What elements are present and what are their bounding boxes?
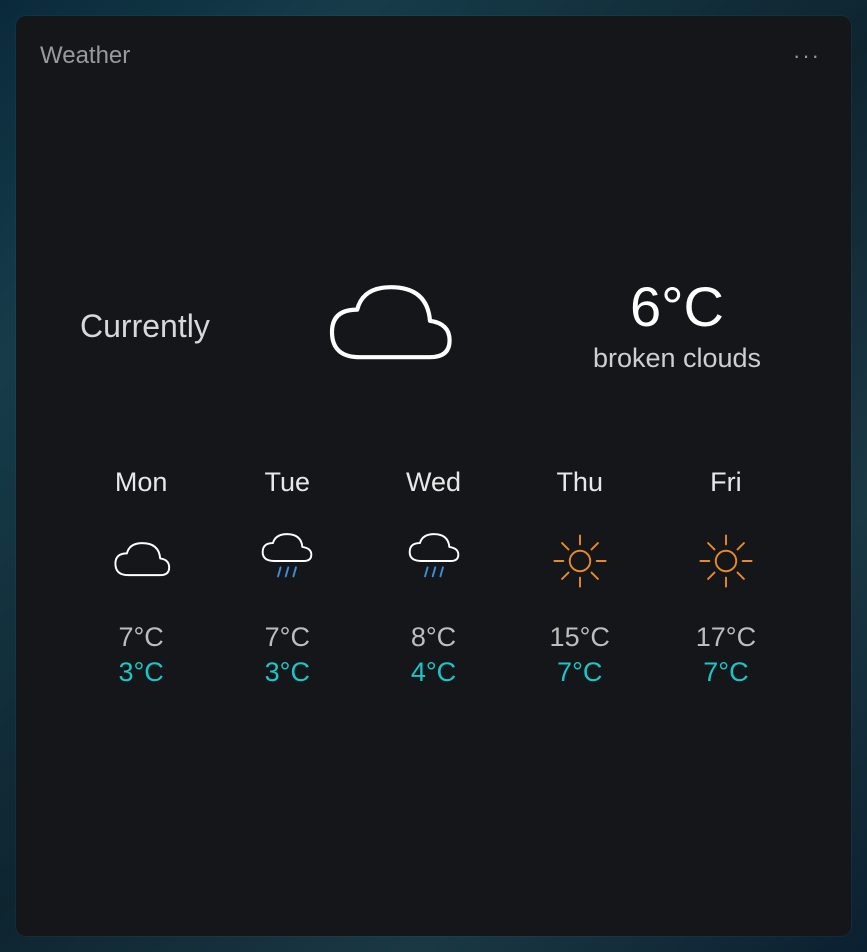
cloud-icon xyxy=(68,526,214,596)
current-readout: 6°C broken clouds xyxy=(567,279,787,374)
high-temperature: 17°C xyxy=(653,622,799,653)
day-label: Tue xyxy=(214,467,360,498)
day-label: Wed xyxy=(360,467,506,498)
current-temperature: 6°C xyxy=(567,279,787,335)
sun-icon xyxy=(653,526,799,596)
current-weather-icon xyxy=(318,276,458,377)
high-temperature: 7°C xyxy=(68,622,214,653)
currently-label: Currently xyxy=(80,308,210,345)
forecast-day: Thu 15°C 7°C xyxy=(507,467,653,688)
rain-icon xyxy=(214,526,360,596)
low-temperature: 3°C xyxy=(214,657,360,688)
high-temperature: 15°C xyxy=(507,622,653,653)
rain-icon xyxy=(360,526,506,596)
low-temperature: 3°C xyxy=(68,657,214,688)
current-conditions-row: Currently 6°C broken clouds xyxy=(40,276,827,377)
card-header: Weather ··· xyxy=(40,36,827,76)
card-title: Weather xyxy=(40,42,130,70)
low-temperature: 7°C xyxy=(507,657,653,688)
day-label: Thu xyxy=(507,467,653,498)
sun-icon xyxy=(507,526,653,596)
more-options-button[interactable]: ··· xyxy=(787,41,827,71)
forecast-day: Tue 7°C 3°C xyxy=(214,467,360,688)
day-label: Fri xyxy=(653,467,799,498)
high-temperature: 8°C xyxy=(360,622,506,653)
low-temperature: 4°C xyxy=(360,657,506,688)
weather-card: Weather ··· Currently 6°C broken clouds … xyxy=(16,16,851,936)
day-label: Mon xyxy=(68,467,214,498)
current-description: broken clouds xyxy=(567,343,787,374)
forecast-day: Fri 17°C 7°C xyxy=(653,467,799,688)
forecast-day: Mon 7°C 3°C xyxy=(68,467,214,688)
forecast-row: Mon 7°C 3°C Tue 7°C 3°C Wed 8°C 4 xyxy=(40,467,827,688)
low-temperature: 7°C xyxy=(653,657,799,688)
forecast-day: Wed 8°C 4°C xyxy=(360,467,506,688)
high-temperature: 7°C xyxy=(214,622,360,653)
